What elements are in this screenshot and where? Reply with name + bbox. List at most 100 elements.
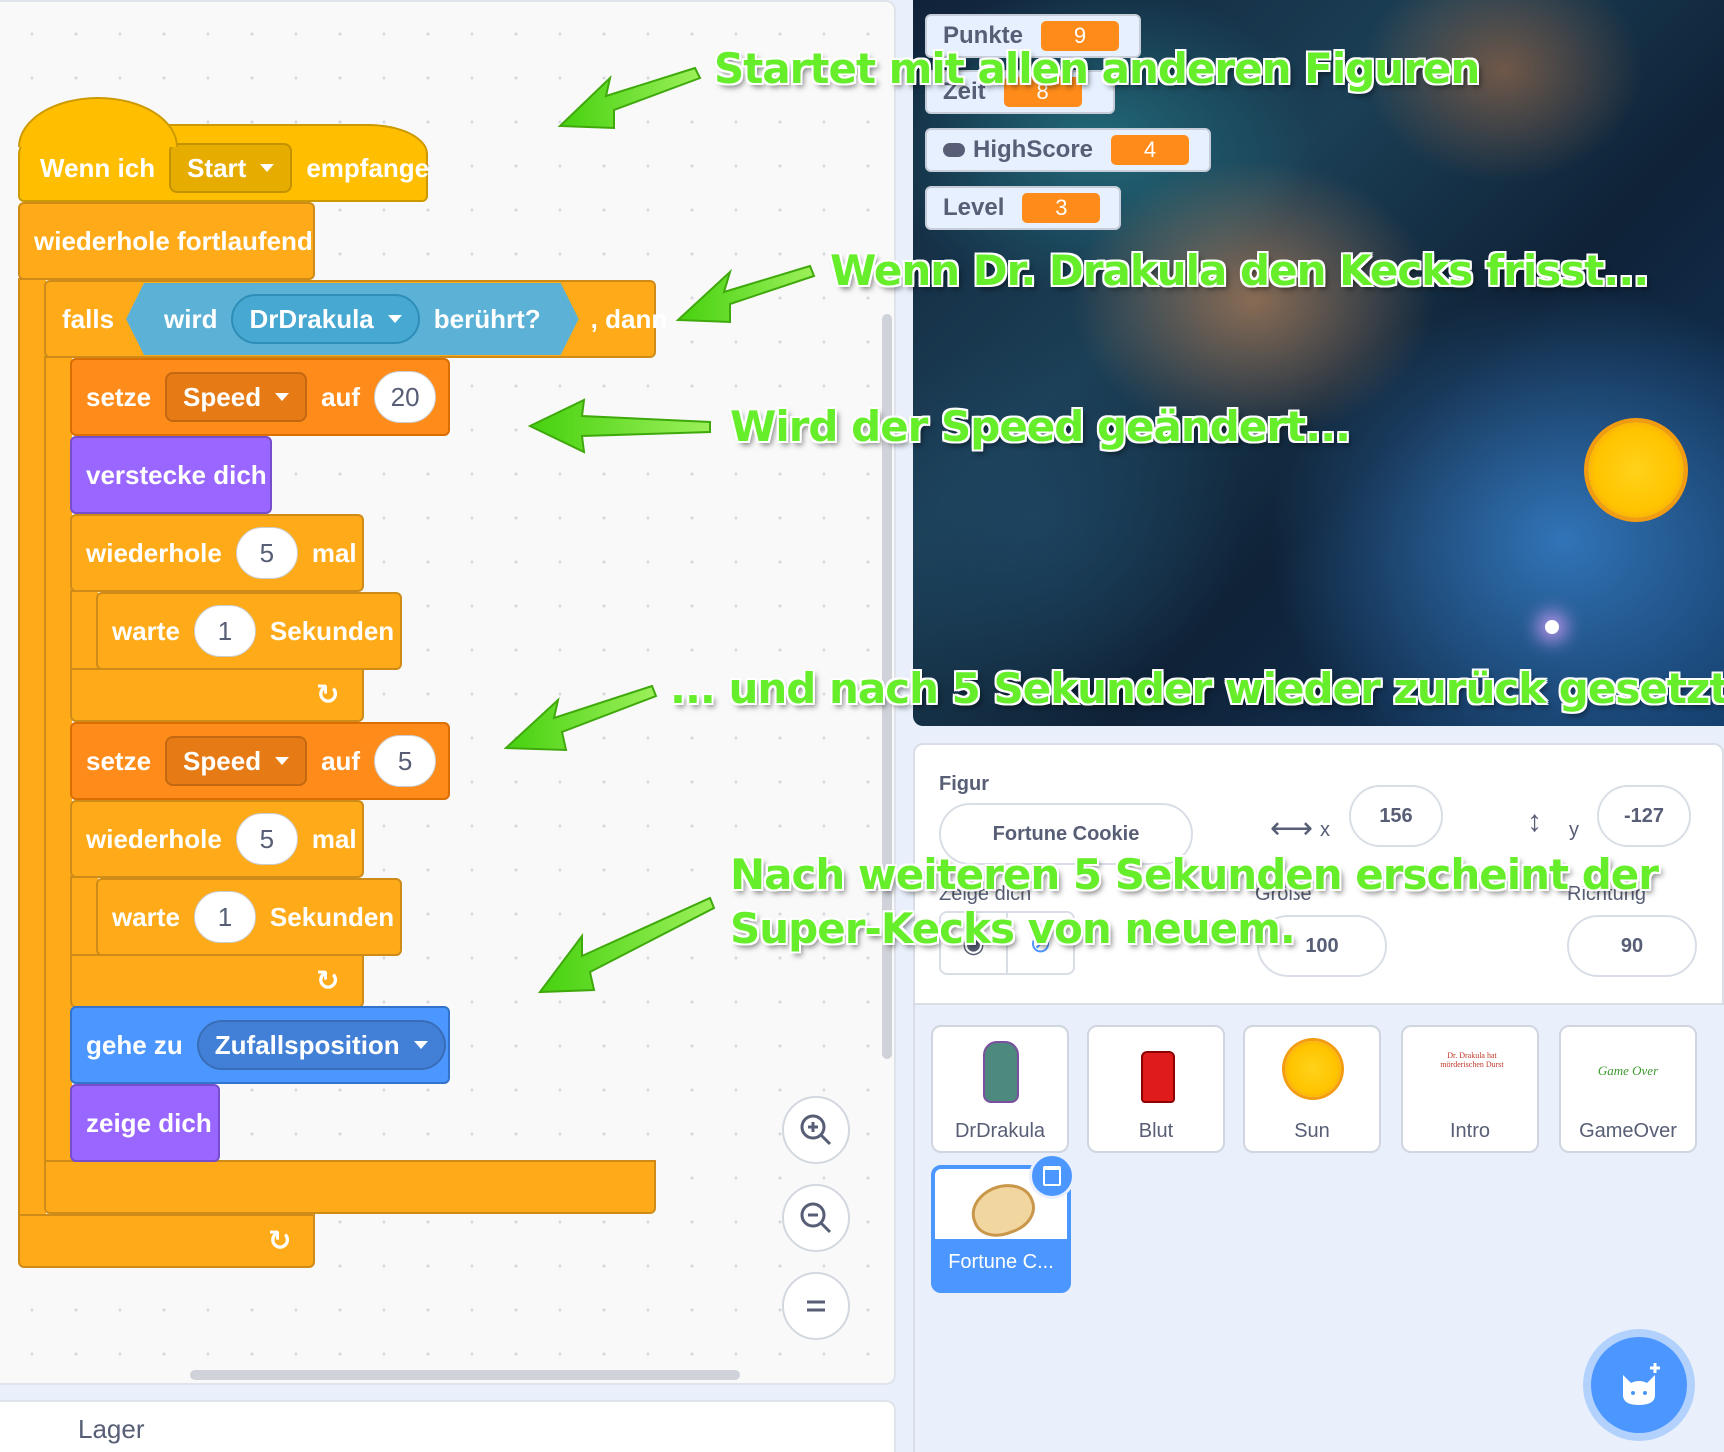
set-to-label: auf (321, 745, 361, 776)
hide-label: verstecke dich (86, 459, 267, 490)
chevron-down-icon (388, 315, 402, 323)
sprite-tile-intro[interactable]: Dr. Drakula hat mörderischen Durst Intro (1401, 1025, 1539, 1153)
show-block[interactable]: zeige dich (70, 1084, 220, 1162)
monitor-value: 4 (1111, 135, 1190, 165)
sprite-label: Figur (939, 773, 989, 795)
if-label: falls (62, 303, 115, 334)
loop-arrow-icon: ↻ (316, 965, 340, 996)
variable-dropdown[interactable]: Speed (165, 372, 308, 422)
zoom-out-button[interactable] (782, 1184, 850, 1252)
variable-monitor-highscore: HighScore 4 (925, 128, 1211, 172)
repeat-mal: mal (311, 823, 357, 854)
variable-dropdown[interactable]: Speed (165, 736, 308, 786)
x-input[interactable]: 156 (1349, 785, 1443, 847)
wait-label: warte (112, 615, 180, 646)
hide-block[interactable]: verstecke dich (70, 436, 272, 514)
times-input[interactable]: 5 (235, 527, 298, 579)
cat-plus-icon (1623, 1363, 1660, 1405)
sprite-list: DrDrakula Blut Sun Dr. Drakula hat mörde… (913, 1005, 1724, 1452)
seconds-input[interactable]: 1 (193, 605, 256, 657)
wait-unit: Sekunden (269, 901, 395, 932)
sprite-name: Fortune C... (935, 1239, 1067, 1289)
x-label: x (1320, 819, 1330, 841)
monitor-name: HighScore (973, 136, 1094, 163)
annotation-speed: Wird der Speed geändert... (730, 402, 1351, 451)
repeat-block[interactable]: wiederhole 5 mal (70, 514, 364, 592)
hat-label-2: empfange (306, 152, 430, 183)
wait-block[interactable]: warte 1 Sekunden (96, 878, 402, 956)
zoom-out-icon (800, 1202, 832, 1234)
variable-monitor-level: Level 3 (925, 186, 1121, 230)
repeat-mal: mal (311, 537, 357, 568)
stage[interactable]: Punkte 9 Zeit 8 HighScore 4 Level 3 (913, 0, 1724, 726)
equals-icon (807, 1300, 825, 1312)
backpack-bar[interactable]: Lager (0, 1400, 896, 1452)
repeat-block[interactable]: wiederhole 5 mal (70, 800, 364, 878)
drdrakula-thumbnail (983, 1041, 1019, 1103)
seconds-input[interactable]: 1 (193, 891, 256, 943)
sprite-dropdown[interactable]: DrDrakula (231, 294, 419, 344)
if-dann: , dann (590, 303, 668, 334)
gameover-thumbnail: Game Over (1597, 1063, 1659, 1078)
touching-block[interactable]: wird DrDrakula berührt? (126, 283, 579, 355)
cloud-icon (943, 143, 965, 157)
sprite-tile-sun[interactable]: Sun (1243, 1025, 1381, 1153)
fortune-cookie-thumbnail (964, 1175, 1042, 1245)
times-input[interactable]: 5 (235, 813, 298, 865)
annotation-reset: ... und nach 5 Sekunder wieder zurück ge… (670, 664, 1724, 713)
annotation-reappear-1: Nach weiteren 5 Sekunden erscheint der (730, 850, 1659, 899)
repeat-arm (70, 590, 98, 674)
loop-arrow-icon: ↻ (268, 1225, 292, 1256)
zoom-in-icon (800, 1114, 832, 1146)
position-dropdown[interactable]: Zufallsposition (196, 1020, 446, 1070)
repeat-label: wiederhole (86, 537, 222, 568)
y-input[interactable]: -127 (1597, 785, 1691, 847)
wait-block[interactable]: warte 1 Sekunden (96, 592, 402, 670)
set-variable-block[interactable]: setze Speed auf 20 (70, 358, 450, 436)
set-to-label: auf (321, 381, 361, 412)
forever-block[interactable]: wiederhole fortlaufend (18, 202, 315, 280)
value-input[interactable]: 20 (374, 371, 437, 423)
sprite-name: DrDrakula (954, 1120, 1046, 1142)
touching-wird: wird (164, 303, 218, 334)
set-label: setze (86, 745, 152, 776)
sprite-tile-blut[interactable]: Blut (1087, 1025, 1225, 1153)
sprite-tile-gameover[interactable]: Game Over GameOver (1559, 1025, 1697, 1153)
monitor-value: 3 (1022, 193, 1101, 223)
chevron-down-icon (260, 164, 275, 172)
horizontal-scrollbar[interactable] (190, 1370, 740, 1380)
sprite-name: Intro (1449, 1120, 1491, 1142)
wait-unit: Sekunden (269, 615, 395, 646)
sprite-name: Sun (1294, 1120, 1330, 1142)
star-sparkle (1545, 620, 1559, 634)
annotation-reappear-2: Super-Kecks von neuem. (730, 904, 1296, 953)
go-to-block[interactable]: gehe zu Zufallsposition (70, 1006, 450, 1084)
y-label: y (1569, 819, 1579, 841)
if-foot (44, 1160, 656, 1214)
go-to-label: gehe zu (86, 1029, 183, 1060)
chevron-down-icon (275, 757, 290, 765)
intro-thumbnail: Dr. Drakula hat mörderischen Durst (1440, 1051, 1504, 1069)
wait-label: warte (112, 901, 180, 932)
direction-input[interactable]: 90 (1567, 915, 1697, 977)
set-variable-block[interactable]: setze Speed auf 5 (70, 722, 450, 800)
if-block[interactable]: falls wird DrDrakula berührt? , dann (44, 280, 667, 358)
repeat-label: wiederhole (86, 823, 222, 854)
sprite-tile-drdrakula[interactable]: DrDrakula (931, 1025, 1069, 1153)
forever-label: wiederhole fortlaufend (34, 225, 313, 256)
sun-thumbnail (1285, 1041, 1341, 1097)
value-input[interactable]: 5 (374, 735, 437, 787)
monitor-name: Level (943, 194, 1005, 221)
set-label: setze (86, 381, 152, 412)
sun-sprite (1588, 422, 1684, 518)
annotation-eat: Wenn Dr. Drakula den Kecks frisst... (830, 246, 1649, 295)
zoom-in-button[interactable] (782, 1096, 850, 1164)
chevron-down-icon (275, 393, 290, 401)
zoom-reset-button[interactable] (782, 1272, 850, 1340)
message-dropdown[interactable]: Start (169, 143, 293, 193)
choose-sprite-button[interactable] (1591, 1337, 1687, 1433)
loop-arrow-icon: ↻ (316, 679, 340, 710)
delete-sprite-button[interactable] (1029, 1153, 1075, 1199)
hat-cap (18, 97, 178, 147)
scratch-editor: Wenn ich Start empfange wiederhole fortl… (0, 0, 1724, 1452)
